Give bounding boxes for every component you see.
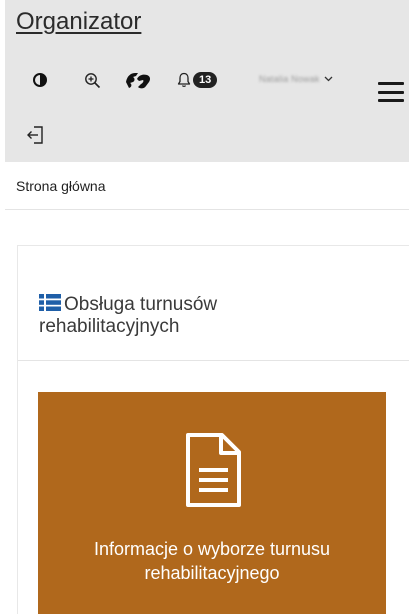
bell-icon [177,72,191,87]
logout-icon[interactable] [25,124,47,146]
notifications-button[interactable]: 13 [177,66,231,94]
tile-label: Informacje o wyborze turnusu rehabilitac… [93,539,331,583]
breadcrumb-bar: Strona główna [5,162,409,210]
chevron-down-icon [324,76,333,82]
notification-count-badge: 13 [193,72,218,88]
panel-title: Obsługa turnusów rehabilitacyjnych [39,294,339,338]
contrast-icon[interactable] [29,66,51,94]
zoom-in-icon[interactable] [79,66,105,94]
panel-title-text: Obsługa turnusów rehabilitacyjnych [39,294,218,337]
app-title-link[interactable]: Organizator [16,8,141,36]
sign-language-icon[interactable] [119,66,157,94]
top-bar: Organizator 13 Natalia Nowak [5,0,409,162]
user-menu-dropdown[interactable]: Natalia Nowak [259,67,333,91]
user-name: Natalia Nowak [259,74,320,84]
breadcrumb-home[interactable]: Strona główna [16,178,106,194]
document-icon [186,433,241,507]
tile-turnus-info[interactable]: Informacje o wyborze turnusu rehabilitac… [38,392,386,614]
hamburger-icon[interactable] [378,82,404,102]
panel-header: Obsługa turnusów rehabilitacyjnych [18,246,409,361]
list-icon [39,294,61,311]
